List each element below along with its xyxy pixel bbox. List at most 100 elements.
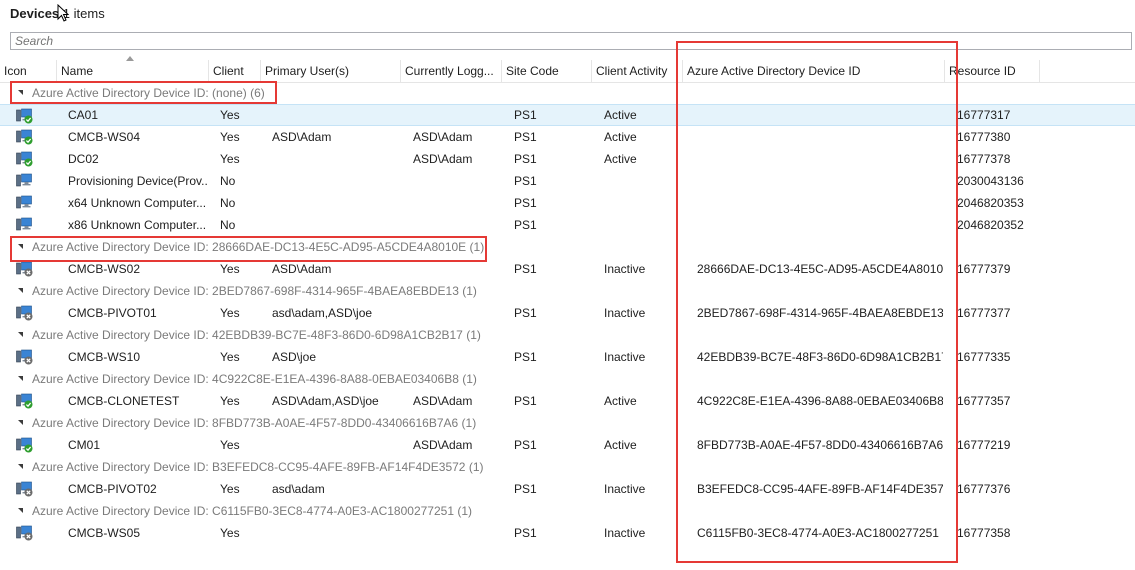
device-row[interactable]: CMCB-WS10 Yes ASD\joe PS1 Inactive 42EBDB39-B… [0, 346, 1135, 368]
resource-id-value: 2030043136 [957, 174, 1024, 188]
client-activity-value: Inactive [604, 306, 646, 320]
client-value: Yes [220, 130, 240, 144]
column-aad-device-id[interactable]: Azure Active Directory Device ID [683, 60, 945, 82]
site-code-value: PS1 [514, 438, 537, 452]
computer-active-icon [16, 437, 33, 453]
client-activity-value: Inactive [604, 350, 646, 364]
collapse-triangle-icon[interactable] [18, 288, 23, 293]
device-row[interactable]: CM01 Yes ASD\Adam PS1 Active 8FBD773B-A0AE-4F… [0, 434, 1135, 456]
device-row[interactable]: x86 Unknown Computer... No PS1 2046820352 [0, 214, 1135, 236]
collapse-triangle-icon[interactable] [18, 464, 23, 469]
collapse-triangle-icon[interactable] [18, 420, 23, 425]
aad-device-id-value: 8FBD773B-A0AE-4F57-8DD0-43406616B7A6 [697, 438, 943, 452]
device-row[interactable]: x64 Unknown Computer... No PS1 2046820353 [0, 192, 1135, 214]
computer-unknown-icon [16, 173, 32, 187]
collapse-triangle-icon[interactable] [18, 90, 23, 95]
aad-device-id-value: 28666DAE-DC13-4E5C-AD95-A5CDE4A8010E [697, 262, 943, 276]
collapse-triangle-icon[interactable] [18, 508, 23, 513]
resource-id-value: 16777380 [957, 130, 1011, 144]
group-header[interactable]: Azure Active Directory Device ID: (none)… [0, 82, 1135, 104]
group-label: Azure Active Directory Device ID: C6115F… [32, 504, 472, 518]
client-activity-value: Active [604, 108, 637, 122]
logged-on-user-value: ASD\Adam [413, 152, 473, 166]
column-site-code[interactable]: Site Code [502, 60, 592, 82]
title-label: Devices [10, 6, 60, 21]
device-name: CMCB-PIVOT02 [68, 482, 157, 496]
group-header[interactable]: Azure Active Directory Device ID: C6115F… [0, 500, 1135, 522]
item-count-suffix: items [73, 6, 105, 21]
computer-inactive-icon [16, 261, 33, 277]
site-code-value: PS1 [514, 174, 537, 188]
computer-unknown-icon [16, 195, 32, 209]
computer-active-icon [16, 108, 33, 124]
client-activity-value: Inactive [604, 262, 646, 276]
column-icon[interactable]: Icon [0, 60, 57, 82]
group-header[interactable]: Azure Active Directory Device ID: 28666D… [0, 236, 1135, 258]
device-row[interactable]: CMCB-WS02 Yes ASD\Adam PS1 Inactive 28666DAE-… [0, 258, 1135, 280]
device-name: CMCB-WS05 [68, 526, 141, 540]
resource-id-value: 16777317 [957, 108, 1011, 122]
client-value: Yes [220, 394, 240, 408]
column-resource-id[interactable]: Resource ID [945, 60, 1040, 82]
computer-unknown-icon [16, 217, 32, 231]
device-name: CM01 [68, 438, 101, 452]
resource-id-value: 16777358 [957, 526, 1011, 540]
group-header[interactable]: Azure Active Directory Device ID: 8FBD77… [0, 412, 1135, 434]
primary-user-value: asd\adam,ASD\joe [272, 306, 373, 320]
group-header[interactable]: Azure Active Directory Device ID: 42EBDB… [0, 324, 1135, 346]
resource-id-value: 16777379 [957, 262, 1011, 276]
group-header[interactable]: Azure Active Directory Device ID: 2BED78… [0, 280, 1135, 302]
column-client[interactable]: Client [209, 60, 261, 82]
group-label: Azure Active Directory Device ID: B3EFED… [32, 460, 484, 474]
primary-user-value: ASD\joe [272, 350, 317, 364]
device-row[interactable]: CMCB-WS05 Yes PS1 Inactive C6115FB0-3EC8-477… [0, 522, 1135, 544]
computer-active-icon [16, 393, 33, 409]
collapse-triangle-icon[interactable] [18, 244, 23, 249]
site-code-value: PS1 [514, 152, 537, 166]
group-label: Azure Active Directory Device ID: (none)… [32, 86, 265, 100]
site-code-value: PS1 [514, 262, 537, 276]
client-activity-value: Active [604, 394, 637, 408]
client-value: Yes [220, 438, 240, 452]
client-value: Yes [220, 482, 240, 496]
computer-inactive-icon [16, 481, 33, 497]
group-header[interactable]: Azure Active Directory Device ID: 4C922C… [0, 368, 1135, 390]
device-name: x86 Unknown Computer... [68, 218, 207, 232]
computer-inactive-icon [16, 305, 33, 321]
device-row[interactable]: CMCB-WS04 Yes ASD\Adam ASD\Adam PS1 Active 167… [0, 126, 1135, 148]
device-row[interactable]: CMCB-CLONETEST Yes ASD\Adam,ASD\joe ASD\Ada… [0, 390, 1135, 412]
column-currently-logged-on[interactable]: Currently Logg... [401, 60, 502, 82]
resource-id-value: 16777377 [957, 306, 1011, 320]
search-box[interactable] [10, 32, 1132, 50]
site-code-value: PS1 [514, 350, 537, 364]
search-input[interactable] [11, 33, 1131, 49]
device-row[interactable]: DC02 Yes ASD\Adam PS1 Active 16777378 [0, 148, 1135, 170]
column-name[interactable]: Name [57, 60, 209, 82]
site-code-value: PS1 [514, 394, 537, 408]
device-row[interactable]: CMCB-PIVOT01 Yes asd\adam,ASD\joe PS1 Inacti… [0, 302, 1135, 324]
device-row[interactable]: CMCB-PIVOT02 Yes asd\adam PS1 Inactive B3EFED… [0, 478, 1135, 500]
device-name: DC02 [68, 152, 99, 166]
collapse-triangle-icon[interactable] [18, 332, 23, 337]
computer-inactive-icon [16, 525, 33, 541]
aad-device-id-value: C6115FB0-3EC8-4774-A0E3-AC1800277251 [697, 526, 939, 540]
client-value: No [220, 174, 236, 188]
client-value: Yes [220, 350, 240, 364]
group-label: Azure Active Directory Device ID: 42EBDB… [32, 328, 481, 342]
aad-device-id-value: 4C922C8E-E1EA-4396-8A88-0EBAE03406B8 [697, 394, 943, 408]
resource-id-value: 16777376 [957, 482, 1011, 496]
device-name: CMCB-PIVOT01 [68, 306, 157, 320]
resource-id-value: 2046820352 [957, 218, 1024, 232]
column-primary-users[interactable]: Primary User(s) [261, 60, 401, 82]
device-row[interactable]: CA01 Yes PS1 Active 16777317 [0, 104, 1135, 126]
resource-id-value: 16777335 [957, 350, 1011, 364]
device-name: CMCB-CLONETEST [68, 394, 180, 408]
device-row[interactable]: Provisioning Device(Prov... No PS1 20300431… [0, 170, 1135, 192]
group-header[interactable]: Azure Active Directory Device ID: B3EFED… [0, 456, 1135, 478]
primary-user-value: ASD\Adam,ASD\joe [272, 394, 379, 408]
resource-id-value: 16777378 [957, 152, 1011, 166]
device-name: CMCB-WS02 [68, 262, 141, 276]
site-code-value: PS1 [514, 130, 537, 144]
collapse-triangle-icon[interactable] [18, 376, 23, 381]
column-client-activity[interactable]: Client Activity [592, 60, 683, 82]
